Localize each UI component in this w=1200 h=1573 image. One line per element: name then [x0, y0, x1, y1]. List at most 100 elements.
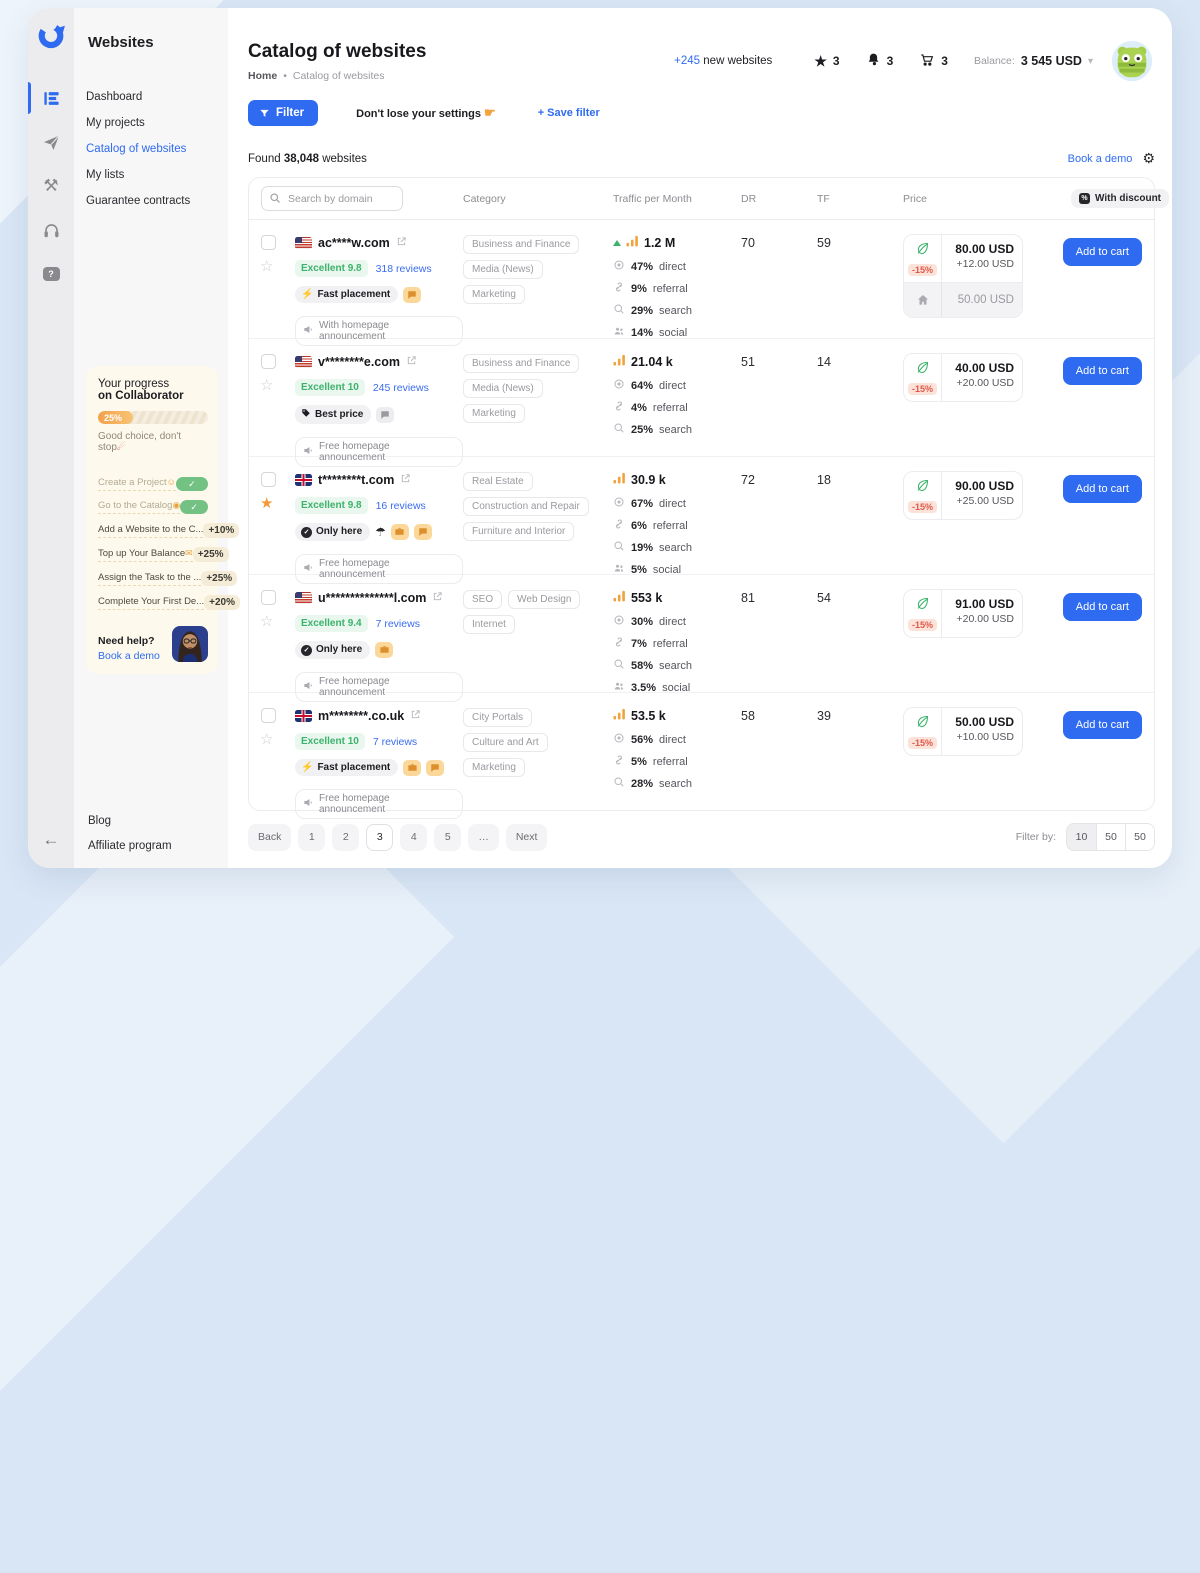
collapse-sidebar-icon[interactable]: ←: [43, 830, 60, 850]
feature-badge: Best price: [295, 405, 371, 424]
chat-icon[interactable]: [403, 287, 421, 303]
price-card: -15% 80.00 USD +12.00 USD 50.00 USD: [903, 234, 1023, 318]
per-page-option[interactable]: 10: [1067, 824, 1096, 850]
reviews-link[interactable]: 16 reviews: [376, 500, 426, 512]
column-price[interactable]: Price: [903, 193, 1045, 205]
page-button[interactable]: 1: [298, 824, 325, 851]
traffic-total: 53.5 k: [613, 707, 741, 725]
external-link-icon[interactable]: [396, 234, 407, 252]
favorite-star-icon[interactable]: ☆: [260, 732, 295, 747]
progress-task[interactable]: Create a Project☺✓: [98, 477, 208, 491]
task-done-check-icon[interactable]: ✓: [176, 477, 208, 491]
briefcase-icon[interactable]: [375, 642, 393, 658]
collaborator-logo-icon[interactable]: [34, 18, 68, 52]
sidebar-item-my-projects[interactable]: My projects: [86, 117, 218, 130]
add-to-cart-button[interactable]: Add to cart: [1063, 238, 1142, 266]
domain-link[interactable]: v********e.com: [318, 355, 400, 369]
column-dr[interactable]: DR: [741, 193, 817, 205]
row-checkbox[interactable]: [261, 235, 276, 250]
breadcrumb-home[interactable]: Home: [248, 70, 277, 82]
next-button[interactable]: Next: [506, 824, 548, 851]
sidebar-link-affiliate-program[interactable]: Affiliate program: [88, 840, 218, 852]
rail-send-icon[interactable]: [28, 120, 74, 164]
reviews-link[interactable]: 318 reviews: [376, 263, 432, 275]
external-link-icon[interactable]: [410, 707, 421, 725]
progress-task[interactable]: Complete Your First De...+20%: [98, 595, 208, 610]
progress-task[interactable]: Go to the Catalog◉✓: [98, 500, 208, 514]
page-button[interactable]: 5: [434, 824, 461, 851]
domain-link[interactable]: m********.co.uk: [318, 709, 404, 723]
save-filter-link[interactable]: + Save filter: [538, 107, 600, 119]
with-discount-toggle[interactable]: % With discount: [1071, 189, 1169, 208]
progress-task[interactable]: Assign the Task to the ...+25%: [98, 571, 208, 586]
favorite-star-icon[interactable]: ★: [260, 496, 295, 511]
notifications-counter[interactable]: 3: [866, 52, 894, 70]
page-button[interactable]: 2: [332, 824, 359, 851]
page-button[interactable]: 3: [366, 824, 393, 851]
favorite-star-icon[interactable]: ☆: [260, 259, 295, 274]
cart-counter[interactable]: 3: [919, 52, 948, 71]
announcement-badge: Free homepage announcement: [295, 554, 463, 584]
row-checkbox[interactable]: [261, 354, 276, 369]
price-main: 50.00 USD: [950, 715, 1014, 729]
reviews-link[interactable]: 245 reviews: [373, 382, 429, 394]
back-button[interactable]: Back: [248, 824, 291, 851]
favorite-star-icon[interactable]: ☆: [260, 614, 295, 629]
progress-task[interactable]: Top up Your Balance✉+25%: [98, 547, 208, 562]
gear-icon[interactable]: ⚙: [1142, 150, 1155, 167]
chevron-down-icon: ▾: [1088, 56, 1093, 67]
chat-icon[interactable]: [414, 524, 432, 540]
price-card: -15% 90.00 USD +25.00 USD: [903, 471, 1023, 520]
domain-link[interactable]: ac****w.com: [318, 236, 390, 250]
page-title: Catalog of websites: [248, 41, 426, 63]
favorites-counter[interactable]: ★ 3: [814, 53, 839, 70]
reviews-link[interactable]: 7 reviews: [373, 736, 417, 748]
per-page-option[interactable]: 50: [1125, 824, 1154, 850]
reviews-link[interactable]: 7 reviews: [376, 618, 420, 630]
sidebar-item-guarantee-contracts[interactable]: Guarantee contracts: [86, 195, 218, 208]
per-page-option[interactable]: 50: [1096, 824, 1125, 850]
search-input[interactable]: [261, 186, 403, 211]
row-checkbox[interactable]: [261, 590, 276, 605]
column-tf[interactable]: TF: [817, 193, 903, 205]
favorite-star-icon[interactable]: ☆: [260, 378, 295, 393]
progress-task[interactable]: Add a Website to the C...+10%: [98, 523, 208, 538]
sidebar-link-blog[interactable]: Blog: [88, 815, 218, 827]
tag-icon: [301, 408, 311, 421]
user-avatar[interactable]: [1109, 38, 1155, 84]
add-to-cart-button[interactable]: Add to cart: [1063, 593, 1142, 621]
filter-button[interactable]: Filter: [248, 100, 318, 126]
row-checkbox[interactable]: [261, 472, 276, 487]
page-button[interactable]: 4: [400, 824, 427, 851]
sidebar-item-catalog-of-websites[interactable]: Catalog of websites: [86, 143, 218, 156]
domain-link[interactable]: t********t.com: [318, 473, 394, 487]
chat-icon[interactable]: [426, 760, 444, 776]
sidebar-item-my-lists[interactable]: My lists: [86, 169, 218, 182]
row-checkbox[interactable]: [261, 708, 276, 723]
rail-dashboard-icon[interactable]: [28, 76, 74, 120]
ellipsis-button[interactable]: …: [468, 824, 499, 851]
briefcase-icon[interactable]: [403, 760, 421, 776]
rail-help-icon[interactable]: ?: [28, 252, 74, 296]
sidebar-item-dashboard[interactable]: Dashboard: [86, 91, 218, 104]
task-done-check-icon[interactable]: ✓: [180, 500, 208, 514]
main-content: Catalog of websites Home • Catalog of we…: [228, 8, 1172, 868]
briefcase-icon[interactable]: [391, 524, 409, 540]
add-to-cart-button[interactable]: Add to cart: [1063, 475, 1142, 503]
traffic-total: 21.04 k: [613, 353, 741, 371]
chat-icon[interactable]: [376, 407, 394, 423]
book-demo-link-top[interactable]: Book a demo: [1068, 153, 1133, 165]
traffic-stat: 28%search: [613, 775, 741, 793]
external-link-icon[interactable]: [432, 589, 443, 607]
rail-tools-icon[interactable]: ⚒: [28, 164, 74, 208]
external-link-icon[interactable]: [406, 353, 417, 371]
country-flag-icon: [295, 237, 312, 249]
balance-dropdown[interactable]: Balance: 3 545 USD ▾: [974, 54, 1093, 68]
rail-support-icon[interactable]: [28, 208, 74, 252]
book-demo-link[interactable]: Book a demo: [98, 650, 160, 662]
external-link-icon[interactable]: [400, 471, 411, 489]
add-to-cart-button[interactable]: Add to cart: [1063, 357, 1142, 385]
add-to-cart-button[interactable]: Add to cart: [1063, 711, 1142, 739]
domain-link[interactable]: u**************l.com: [318, 591, 426, 605]
bars-icon: [613, 707, 626, 725]
